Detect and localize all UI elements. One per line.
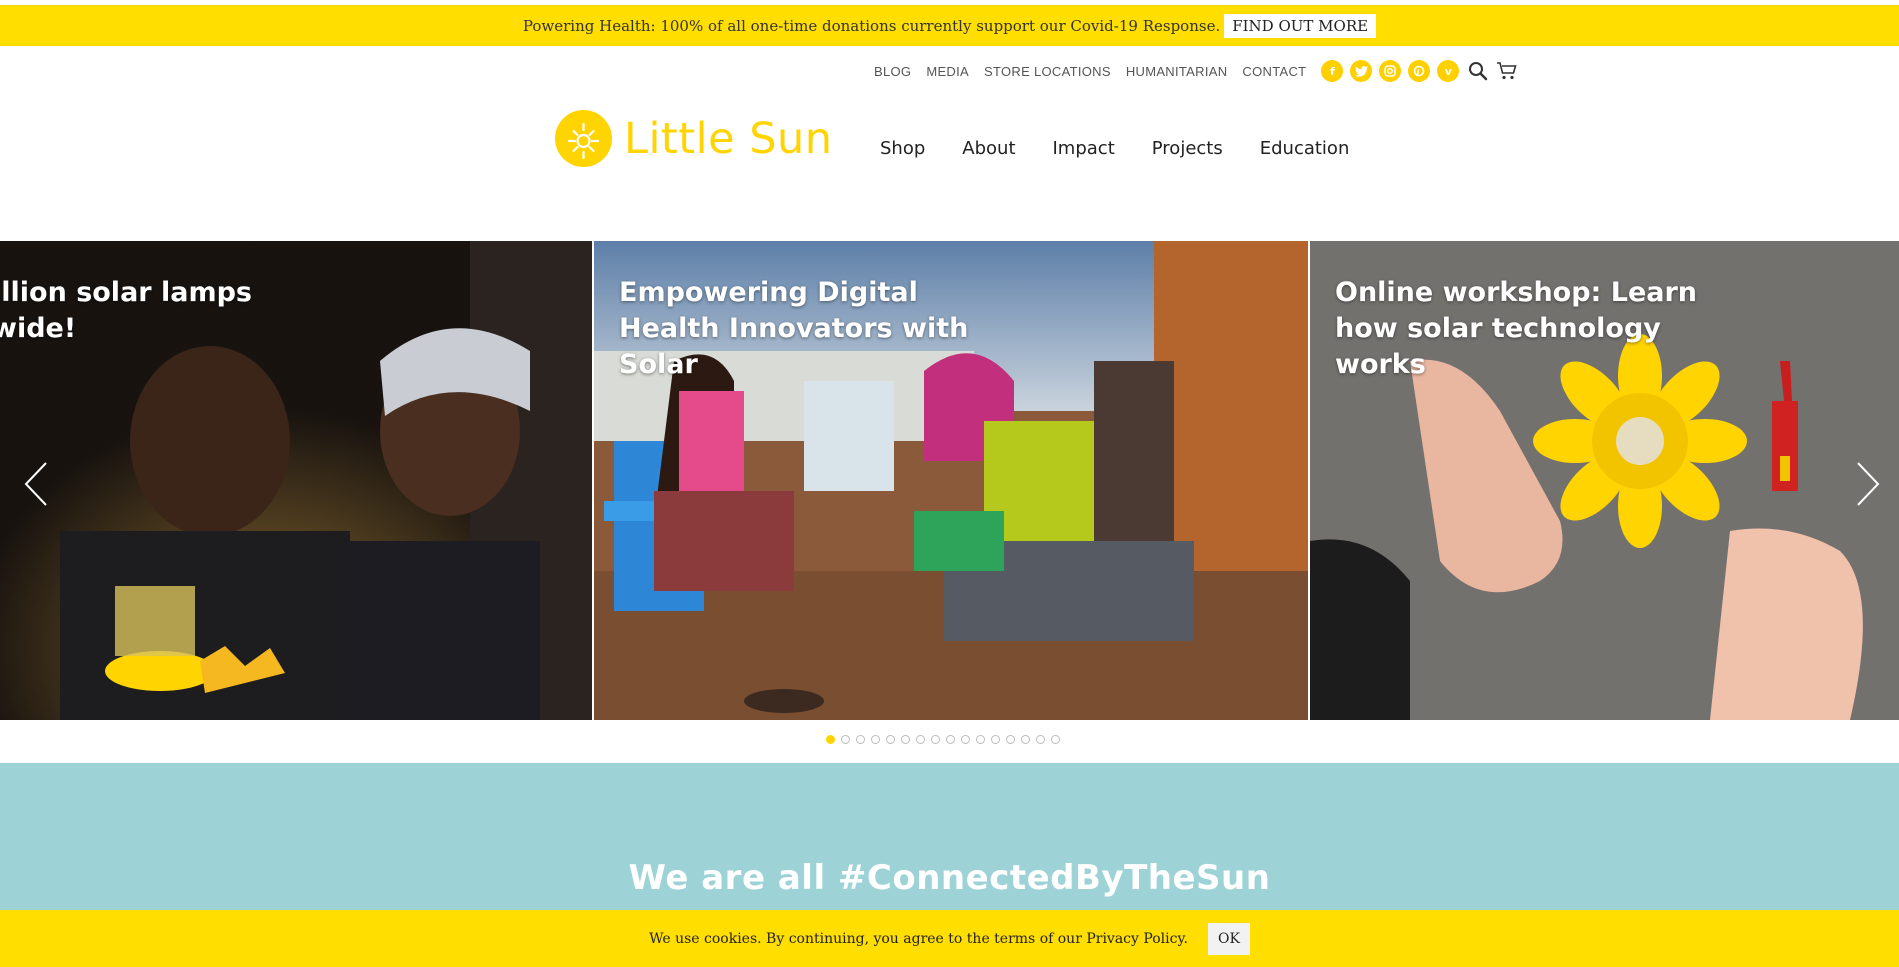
cookie-ok-button[interactable]: OK bbox=[1207, 922, 1250, 955]
slide-title: Empowering Digital Health Innovators wit… bbox=[619, 277, 969, 380]
brand-name: Little Sun bbox=[624, 113, 833, 164]
carousel-dot[interactable] bbox=[826, 735, 835, 744]
connected-heading: We are all #ConnectedByTheSun bbox=[628, 858, 1271, 898]
nav-education[interactable]: Education bbox=[1260, 138, 1350, 159]
slide-digital-health[interactable]: Empowering Digital Health Innovators wit… bbox=[594, 241, 1308, 720]
hero-carousel: illion solar lamps wide! bbox=[0, 241, 1899, 720]
twitter-icon[interactable] bbox=[1350, 60, 1373, 82]
carousel-dot[interactable] bbox=[901, 735, 910, 744]
announcement-bar: Powering Health: 100% of all one-time do… bbox=[0, 5, 1899, 46]
carousel-dot[interactable] bbox=[976, 735, 985, 744]
logo[interactable]: Little Sun bbox=[555, 110, 833, 167]
cookie-bar: We use cookies. By continuing, you agree… bbox=[0, 910, 1899, 967]
carousel-dot[interactable] bbox=[886, 735, 895, 744]
facebook-icon[interactable]: f bbox=[1321, 60, 1344, 82]
carousel-dot[interactable] bbox=[1036, 735, 1045, 744]
slide-solar-lamps[interactable]: illion solar lamps wide! bbox=[0, 241, 592, 720]
carousel-dot[interactable] bbox=[871, 735, 880, 744]
carousel-dot[interactable] bbox=[916, 735, 925, 744]
find-out-more-button[interactable]: FIND OUT MORE bbox=[1224, 13, 1377, 38]
cookie-text: We use cookies. By continuing, you agree… bbox=[649, 930, 1188, 947]
slide-title: Online workshop: Learn how solar technol… bbox=[1335, 277, 1698, 380]
main-nav: Shop About Impact Projects Education bbox=[880, 138, 1349, 159]
carousel-dot[interactable] bbox=[1051, 735, 1060, 744]
carousel-dot[interactable] bbox=[931, 735, 940, 744]
util-link-media[interactable]: MEDIA bbox=[926, 64, 969, 79]
cart-icon[interactable] bbox=[1496, 61, 1518, 81]
nav-impact[interactable]: Impact bbox=[1053, 138, 1115, 159]
slide-title: illion solar lamps wide! bbox=[0, 277, 253, 344]
nav-shop[interactable]: Shop bbox=[880, 138, 925, 159]
carousel-dot[interactable] bbox=[961, 735, 970, 744]
sun-logo-icon bbox=[555, 110, 612, 167]
util-link-contact[interactable]: CONTACT bbox=[1242, 64, 1306, 79]
chevron-right-icon bbox=[1857, 462, 1880, 506]
instagram-icon[interactable] bbox=[1379, 60, 1402, 82]
slide-online-workshop[interactable]: Online workshop: Learn how solar technol… bbox=[1310, 241, 1899, 720]
carousel-prev-arrow[interactable] bbox=[18, 460, 54, 508]
nav-about[interactable]: About bbox=[962, 138, 1015, 159]
chevron-left-icon bbox=[24, 462, 47, 506]
announcement-text: Powering Health: 100% of all one-time do… bbox=[522, 16, 1221, 35]
carousel-dot[interactable] bbox=[1006, 735, 1015, 744]
carousel-dot[interactable] bbox=[856, 735, 865, 744]
utility-nav: BLOG MEDIA STORE LOCATIONS HUMANITARIAN … bbox=[874, 60, 1524, 82]
carousel-dots bbox=[826, 735, 1060, 744]
carousel-dot[interactable] bbox=[1021, 735, 1030, 744]
util-link-store-locations[interactable]: STORE LOCATIONS bbox=[984, 64, 1111, 79]
util-link-humanitarian[interactable]: HUMANITARIAN bbox=[1126, 64, 1228, 79]
search-icon[interactable] bbox=[1468, 61, 1488, 81]
pinterest-icon[interactable] bbox=[1408, 60, 1431, 82]
carousel-dot[interactable] bbox=[946, 735, 955, 744]
carousel-dot[interactable] bbox=[841, 735, 850, 744]
nav-projects[interactable]: Projects bbox=[1152, 138, 1223, 159]
util-link-blog[interactable]: BLOG bbox=[874, 64, 911, 79]
carousel-next-arrow[interactable] bbox=[1850, 460, 1886, 508]
vimeo-icon[interactable]: v bbox=[1437, 60, 1460, 82]
carousel-dot[interactable] bbox=[991, 735, 1000, 744]
